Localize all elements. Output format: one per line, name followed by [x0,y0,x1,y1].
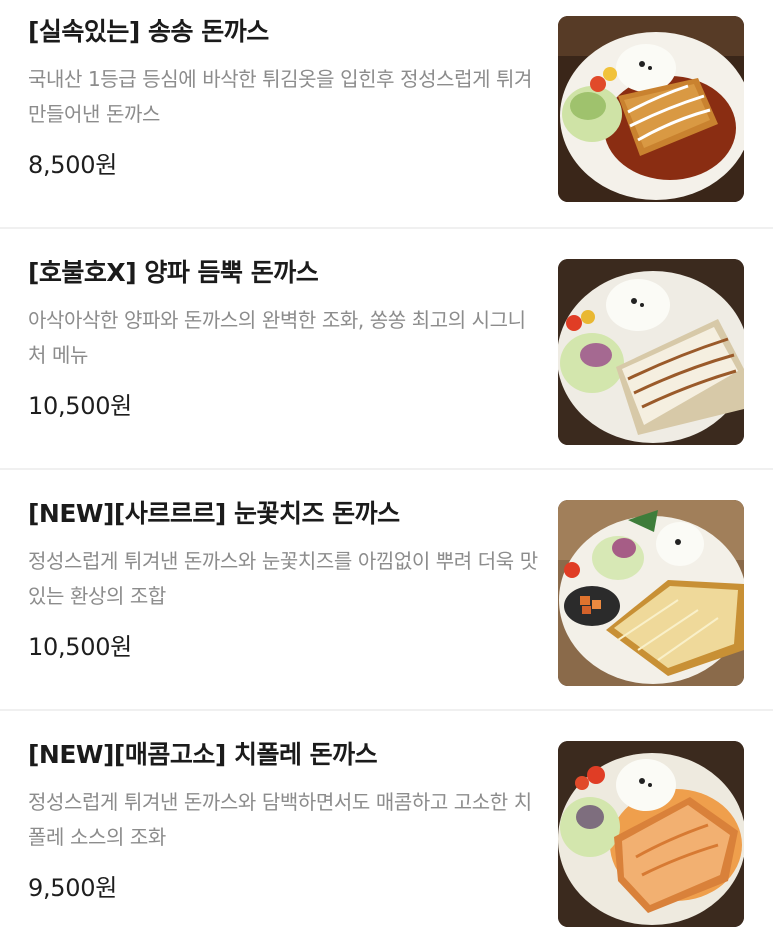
menu-item[interactable]: [호불호X] 양파 듬뿍 돈까스 아삭아삭한 양파와 돈까스의 완벽한 조화, … [0,229,773,470]
menu-item-description: 정성스럽게 튀겨낸 돈까스와 담백하면서도 매콤하고 고소한 치폴레 소스의 조… [28,790,532,849]
menu-item[interactable]: [NEW][매콤고소] 치폴레 돈까스 정성스럽게 튀겨낸 돈까스와 담백하면서… [0,711,773,939]
menu-item-description: 아삭아삭한 양파와 돈까스의 완벽한 조화, 쏭쏭 최고의 시그니처 메뉴 [28,308,526,367]
chipotle-tonkatsu-photo[interactable] [558,741,744,927]
menu-item-price: 8,500원 [28,151,117,179]
menu-item-price: 10,500원 [28,633,132,661]
menu-item-price: 9,500원 [28,874,117,902]
menu-item-text: [호불호X] 양파 듬뿍 돈까스 아삭아삭한 양파와 돈까스의 완벽한 조화, … [28,255,538,423]
menu-item-text: [NEW][사르르르] 눈꽃치즈 돈까스 정성스럽게 튀겨낸 돈까스와 눈꽃치즈… [28,496,538,664]
menu-item[interactable]: [실속있는] 송송 돈까스 국내산 1등급 등심에 바삭한 튀김옷을 입힌후 정… [0,0,773,229]
tonkatsu-demiglace-photo[interactable] [558,16,744,202]
menu-item-name: [NEW][사르르르] 눈꽃치즈 돈까스 [28,499,400,528]
menu-item-name: [호불호X] 양파 듬뿍 돈까스 [28,258,319,287]
onion-tonkatsu-photo[interactable] [558,259,744,445]
menu-item-description: 국내산 1등급 등심에 바삭한 튀김옷을 입힌후 정성스럽게 튀겨 만들어낸 돈… [28,67,533,126]
menu-item-price: 10,500원 [28,392,132,420]
menu-list: [실속있는] 송송 돈까스 국내산 1등급 등심에 바삭한 튀김옷을 입힌후 정… [0,0,773,939]
menu-item-name: [실속있는] 송송 돈까스 [28,17,269,46]
snow-cheese-tonkatsu-photo[interactable] [558,500,744,686]
menu-item-text: [실속있는] 송송 돈까스 국내산 1등급 등심에 바삭한 튀김옷을 입힌후 정… [28,14,538,182]
menu-item-text: [NEW][매콤고소] 치폴레 돈까스 정성스럽게 튀겨낸 돈까스와 담백하면서… [28,737,538,905]
menu-item-name: [NEW][매콤고소] 치폴레 돈까스 [28,740,378,769]
menu-item-description: 정성스럽게 튀겨낸 돈까스와 눈꽃치즈를 아낌없이 뿌려 더욱 맛있는 환상의 … [28,549,538,608]
menu-item[interactable]: [NEW][사르르르] 눈꽃치즈 돈까스 정성스럽게 튀겨낸 돈까스와 눈꽃치즈… [0,470,773,711]
